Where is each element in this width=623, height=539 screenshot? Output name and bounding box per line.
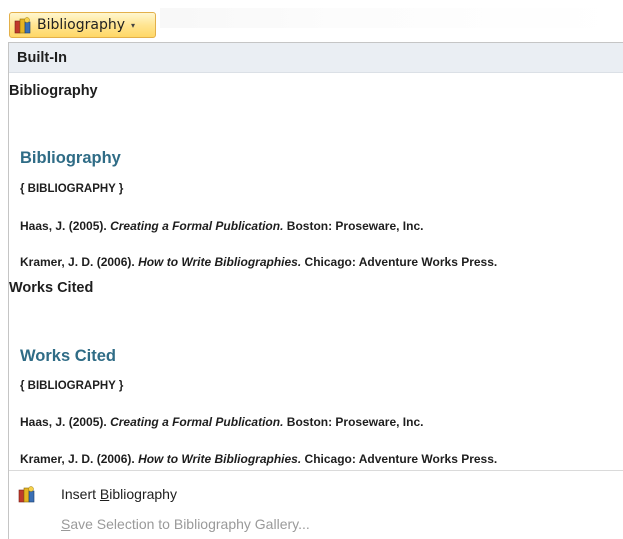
gallery-item-bibliography[interactable]: Bibliography Bibliography { BIBLIOGRAPHY…: [9, 73, 623, 270]
preview-field-code: { BIBLIOGRAPHY }: [20, 380, 124, 392]
bibliography-button-label: Bibliography: [37, 17, 125, 33]
preview-entry: Kramer, J. D. (2006). How to Write Bibli…: [20, 452, 498, 466]
chevron-down-icon: ▾: [131, 20, 136, 30]
menu-divider: [9, 470, 623, 471]
preview-entry: Haas, J. (2005). Creating a Formal Publi…: [20, 415, 424, 429]
preview-entry: Haas, J. (2005). Creating a Formal Publi…: [20, 219, 424, 233]
bibliography-books-icon: [14, 17, 31, 34]
preview-heading: Bibliography: [20, 149, 121, 167]
insert-bibliography-menu-item[interactable]: Insert Bibliography: [9, 480, 623, 508]
insert-bibliography-label: Insert Bibliography: [61, 486, 177, 502]
preview-heading: Works Cited: [20, 347, 116, 365]
section-header-built-in: Built-In: [9, 43, 623, 73]
bibliography-books-icon: [18, 486, 35, 503]
bibliography-gallery-panel: Built-In Bibliography Bibliography { BIB…: [8, 42, 623, 539]
save-selection-to-gallery-menu-item[interactable]: Save Selection to Bibliography Gallery..…: [9, 510, 623, 538]
bibliography-dropdown-button[interactable]: Bibliography ▾: [9, 12, 156, 38]
ribbon-background: [160, 8, 623, 28]
gallery-item-works-cited[interactable]: Works Cited Works Cited { BIBLIOGRAPHY }…: [9, 270, 623, 466]
preview-field-code: { BIBLIOGRAPHY }: [20, 183, 124, 195]
gallery-item-title: Bibliography: [9, 83, 98, 99]
preview-entry: Kramer, J. D. (2006). How to Write Bibli…: [20, 255, 498, 269]
save-selection-label: Save Selection to Bibliography Gallery..…: [61, 516, 310, 532]
gallery-item-title: Works Cited: [9, 280, 94, 296]
